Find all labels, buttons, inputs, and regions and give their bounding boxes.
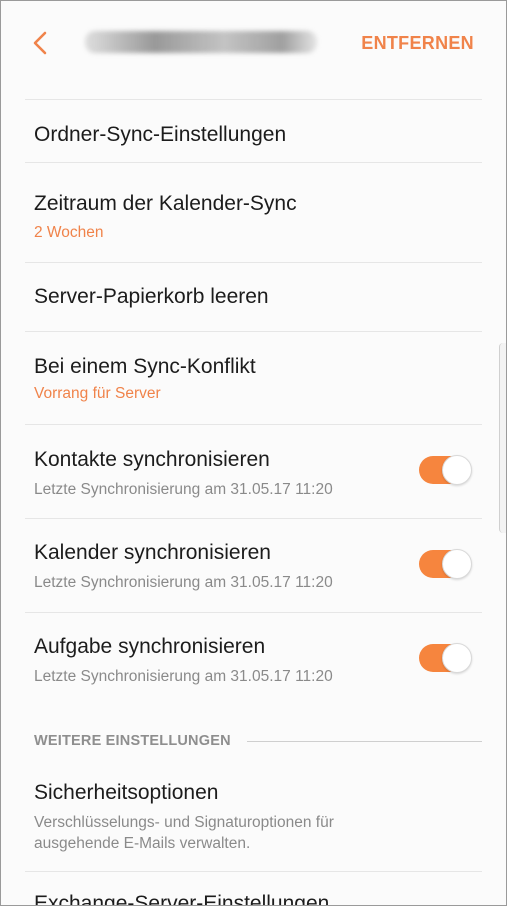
screen: ENTFERNEN Ordner-Sync-Einstellungen Zeit…: [0, 0, 507, 906]
settings-list: Ordner-Sync-Einstellungen Zeitraum der K…: [1, 79, 506, 905]
sync-tasks-toggle[interactable]: [419, 643, 472, 673]
sync-tasks-last-sync: Letzte Synchronisierung am 31.05.17 11:2…: [34, 668, 333, 685]
account-title-redacted: [85, 31, 317, 53]
folder-sync-settings-item[interactable]: Ordner-Sync-Einstellungen: [1, 100, 506, 162]
sync-tasks-item[interactable]: Aufgabe synchronisieren Letzte Synchroni…: [1, 613, 506, 707]
toggle-knob: [442, 643, 472, 673]
sync-contacts-item[interactable]: Kontakte synchronisieren Letzte Synchron…: [1, 425, 506, 518]
top-app-bar: ENTFERNEN: [1, 1, 506, 79]
sync-calendar-toggle[interactable]: [419, 549, 472, 579]
calendar-sync-period-value: 2 Wochen: [34, 224, 104, 241]
chevron-left-icon: [33, 31, 47, 55]
remove-account-button[interactable]: ENTFERNEN: [361, 33, 474, 54]
empty-server-trash-item[interactable]: Server-Papierkorb leeren: [1, 263, 506, 331]
sync-calendar-item[interactable]: Kalender synchronisieren Letzte Synchron…: [1, 519, 506, 612]
sync-conflict-item[interactable]: Bei einem Sync-Konflikt Vorrang für Serv…: [1, 332, 506, 424]
sync-tasks-title: Aufgabe synchronisieren: [34, 635, 266, 658]
sync-conflict-title: Bei einem Sync-Konflikt: [34, 355, 256, 378]
section-header-more-settings: WEITERE EINSTELLUNGEN: [34, 733, 231, 749]
toggle-knob: [442, 455, 472, 485]
security-options-title: Sicherheitsoptionen: [34, 781, 219, 804]
sync-calendar-last-sync: Letzte Synchronisierung am 31.05.17 11:2…: [34, 574, 333, 591]
sync-conflict-value: Vorrang für Server: [34, 385, 161, 402]
sync-contacts-toggle[interactable]: [419, 455, 472, 485]
security-options-item[interactable]: Sicherheitsoptionen Verschlüsselungs- un…: [1, 761, 506, 871]
sync-contacts-title: Kontakte synchronisieren: [34, 448, 270, 471]
back-button[interactable]: [23, 26, 57, 60]
folder-sync-settings-title: Ordner-Sync-Einstellungen: [34, 123, 287, 146]
exchange-server-settings-title: Exchange-Server-Einstellungen: [34, 892, 330, 906]
section-divider: [247, 741, 482, 742]
exchange-server-settings-item[interactable]: Exchange-Server-Einstellungen: [1, 872, 506, 906]
empty-server-trash-title: Server-Papierkorb leeren: [34, 285, 269, 308]
calendar-sync-period-item[interactable]: Zeitraum der Kalender-Sync 2 Wochen: [1, 163, 506, 262]
calendar-sync-period-title: Zeitraum der Kalender-Sync: [34, 192, 297, 215]
toggle-knob: [442, 549, 472, 579]
sync-contacts-last-sync: Letzte Synchronisierung am 31.05.17 11:2…: [34, 481, 333, 498]
sync-calendar-title: Kalender synchronisieren: [34, 541, 271, 564]
scrollbar[interactable]: [499, 343, 506, 533]
security-options-description: Verschlüsselungs- und Signaturoptionen f…: [34, 814, 334, 852]
